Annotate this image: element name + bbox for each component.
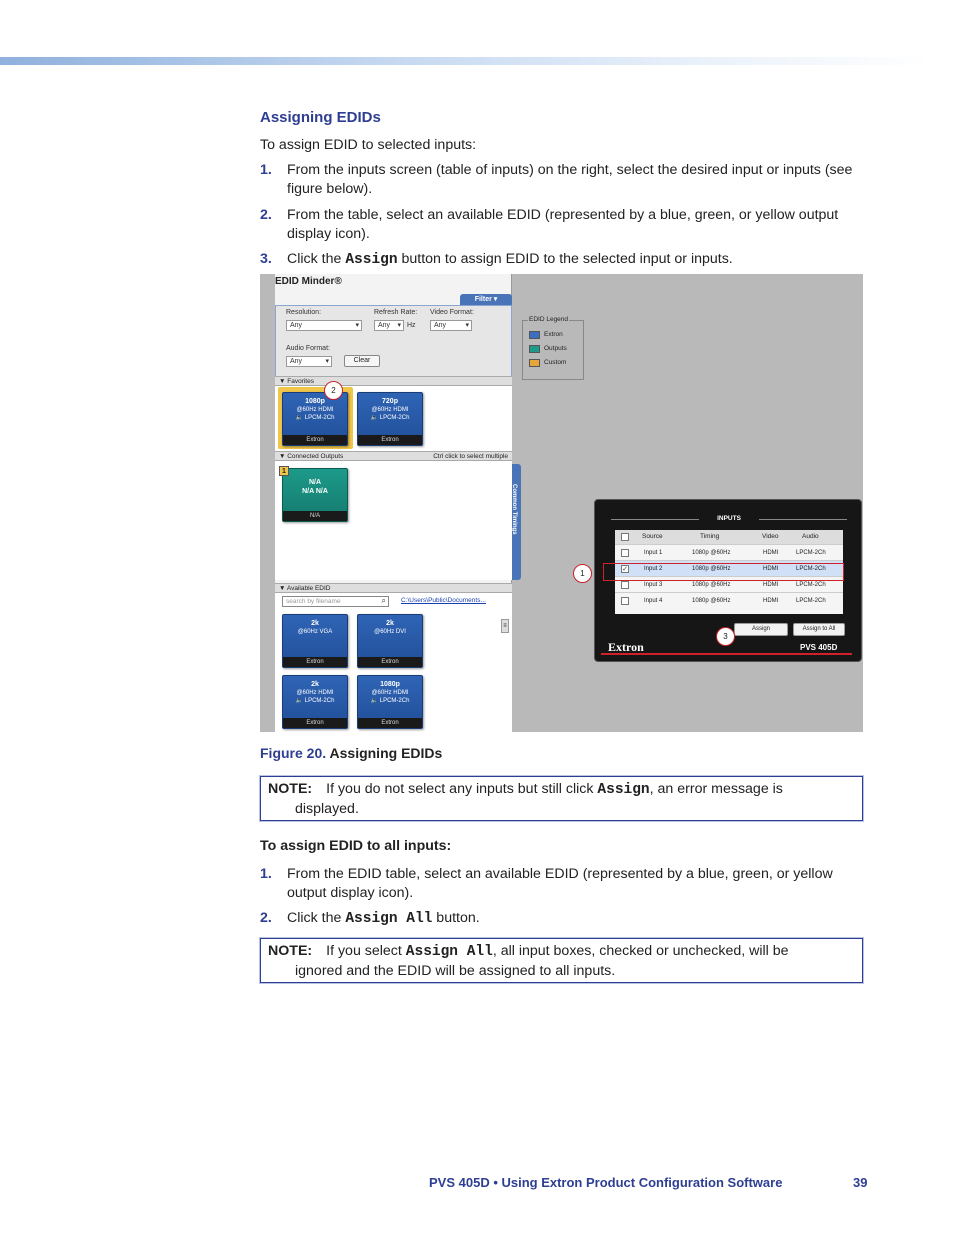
connected-hint: Ctrl click to select multiple	[433, 453, 508, 460]
code-assign: Assign	[597, 782, 650, 798]
refresh-select[interactable]: Any	[374, 320, 404, 331]
step-3: 3. Click the Assign button to assign EDI…	[260, 250, 865, 269]
step-2: 2. Click the Assign All button.	[260, 909, 865, 928]
search-input[interactable]: search by filename ⌕	[282, 596, 389, 607]
clear-button[interactable]: Clear	[344, 355, 380, 367]
panel-title: EDID Minder®	[275, 276, 342, 287]
legend-label: Extron	[544, 331, 563, 338]
audio-format-label: Audio Format:	[286, 345, 330, 352]
step-number: 2.	[260, 910, 272, 926]
filter-box: Resolution: Any Refresh Rate: Any Hz Vid…	[275, 305, 512, 377]
folder-path-link[interactable]: C:\Users\Public\Documents...	[401, 597, 486, 604]
table-row[interactable]: Input 1 1080p @60Hz HDMI LPCM-2Ch	[615, 544, 843, 560]
callout-1: 1	[573, 564, 592, 583]
divider	[759, 519, 847, 520]
audio-format-select[interactable]: Any	[286, 356, 332, 367]
note-label: NOTE:	[268, 943, 313, 959]
legend-swatch-outputs	[529, 345, 540, 353]
video-format-select[interactable]: Any	[430, 320, 472, 331]
note-box-2: NOTE: If you select Assign All, all input…	[260, 938, 863, 983]
available-edid-bar[interactable]: ▼ Available EDID	[275, 583, 512, 593]
edid-tile[interactable]: 2k @60Hz VGA Extron	[282, 614, 348, 668]
row-checkbox	[621, 581, 629, 589]
legend-title: EDID Legend	[528, 316, 570, 323]
output-tile[interactable]: N/A N/A N/A N/A	[282, 468, 348, 522]
intro-text: To assign EDID to selected inputs:	[260, 137, 477, 153]
step-number: 2.	[260, 207, 272, 223]
code-assign-all: Assign All	[405, 944, 493, 960]
code-assign: Assign	[345, 252, 398, 268]
selected-row-highlight	[603, 563, 844, 581]
row-checkbox	[621, 597, 629, 605]
scrollbar[interactable]: ≡	[501, 619, 509, 633]
search-icon: ⌕	[381, 596, 386, 605]
subheading: To assign EDID to all inputs:	[260, 838, 452, 854]
step-text: From the table, select an available EDID…	[287, 207, 839, 242]
edid-tile[interactable]: 720p @60Hz HDMI 🔈 LPCM-2Ch Extron	[357, 392, 423, 446]
edid-tile[interactable]: 1080p @60Hz HDMI 🔈 LPCM-2Ch Extron	[282, 392, 348, 446]
refresh-label: Refresh Rate:	[374, 309, 418, 316]
callout-2: 2	[324, 381, 343, 400]
favorites-bar[interactable]: ▼ Favorites	[275, 376, 512, 386]
edid-tile[interactable]: 1080p @60Hz HDMI 🔈 LPCM-2Ch Extron	[357, 675, 423, 729]
edid-minder-figure: EDID Minder® Filter ▾ Resolution: Any Re…	[260, 274, 863, 732]
hz-label: Hz	[407, 322, 416, 329]
step-1: 1. From the inputs screen (table of inpu…	[260, 161, 865, 199]
table-header: Source Timing Video Audio	[615, 530, 843, 544]
step-2: 2. From the table, select an available E…	[260, 206, 865, 244]
common-timings-tab[interactable]: Common Timings	[511, 464, 521, 580]
legend-swatch-custom	[529, 359, 540, 367]
assign-all-button[interactable]: Assign to All	[793, 623, 845, 636]
row-checkbox	[621, 549, 629, 557]
output-index-badge: 1	[279, 466, 289, 476]
edid-legend: EDID Legend Extron Outputs Custom	[522, 316, 584, 380]
note-box-1: NOTE: If you do not select any inputs but…	[260, 776, 863, 821]
video-format-label: Video Format:	[430, 309, 474, 316]
code-assign-all: Assign All	[345, 911, 433, 927]
step-text: From the inputs screen (table of inputs)…	[287, 162, 853, 197]
legend-label: Custom	[544, 359, 567, 366]
edid-tile[interactable]: 2k @60Hz HDMI 🔈 LPCM-2Ch Extron	[282, 675, 348, 729]
note-label: NOTE:	[268, 781, 313, 797]
step-number: 3.	[260, 251, 272, 267]
assign-button[interactable]: Assign	[734, 623, 788, 636]
red-accent-line	[601, 653, 852, 655]
connected-outputs-bar[interactable]: ▼ Connected Outputs Ctrl click to select …	[275, 451, 512, 461]
legend-swatch-extron	[529, 331, 540, 339]
resolution-select[interactable]: Any	[286, 320, 362, 331]
footer-text: PVS 405D • Using Extron Product Configur…	[429, 1175, 783, 1190]
step-number: 1.	[260, 866, 272, 882]
section-heading: Assigning EDIDs	[260, 109, 381, 126]
select-all-checkbox[interactable]	[621, 533, 629, 541]
legend-label: Outputs	[544, 345, 567, 352]
step-text: Click the Assign All button.	[287, 910, 480, 927]
resolution-label: Resolution:	[286, 309, 322, 316]
step-text: Click the Assign button to assign EDID t…	[287, 251, 733, 268]
figure-caption: Figure 20. Assigning EDIDs	[260, 745, 443, 761]
step-number: 1.	[260, 162, 272, 178]
model-label: PVS 405D	[800, 643, 838, 652]
page-number: 39	[853, 1175, 868, 1190]
step-text: From the EDID table, select an available…	[287, 866, 833, 901]
header-gradient-bar	[0, 57, 930, 65]
callout-3: 3	[716, 627, 735, 646]
edid-tile[interactable]: 2k @60Hz DVI Extron	[357, 614, 423, 668]
step-1: 1. From the EDID table, select an availa…	[260, 865, 865, 903]
table-row[interactable]: Input 4 1080p @60Hz HDMI LPCM-2Ch	[615, 592, 843, 608]
